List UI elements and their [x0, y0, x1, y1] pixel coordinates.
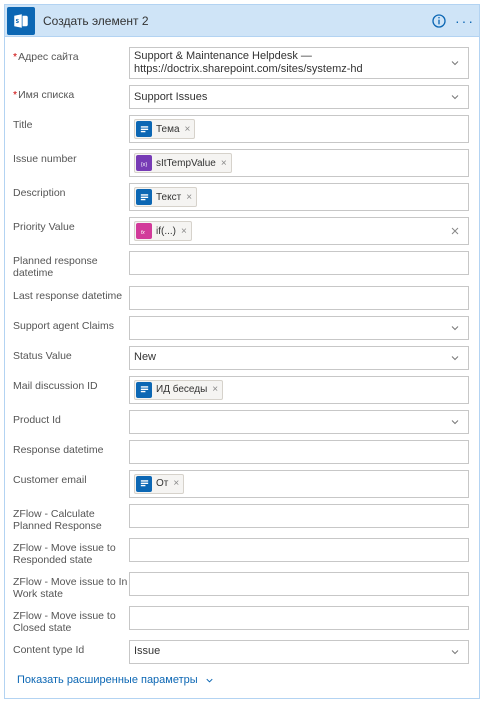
clear-icon[interactable]: [446, 225, 464, 237]
row-support-agent: Support agent Claims: [13, 316, 469, 340]
variable-icon: {x}: [136, 155, 152, 171]
sharepoint-icon: [7, 7, 35, 35]
chevron-down-icon[interactable]: [446, 646, 464, 658]
row-zflow-responded: ZFlow - Move issue to Responded state: [13, 538, 469, 566]
row-mail-id: Mail discussion ID ИД беседы×: [13, 376, 469, 404]
card-header: Создать элемент 2 ···: [5, 5, 479, 37]
status-field[interactable]: New: [129, 346, 469, 370]
token[interactable]: Тема×: [134, 119, 195, 139]
token[interactable]: От×: [134, 474, 184, 494]
row-site-address: *Адрес сайта Support & Maintenance Helpd…: [13, 47, 469, 79]
row-title: Title Тема×: [13, 115, 469, 143]
row-issue-number: Issue number {x} sItTempValue×: [13, 149, 469, 177]
card-title[interactable]: Создать элемент 2: [37, 14, 429, 28]
chevron-down-icon[interactable]: [446, 322, 464, 334]
planned-response-field[interactable]: [129, 251, 469, 275]
priority-field[interactable]: fx if(...)×: [129, 217, 469, 245]
row-list-name: *Имя списка Support Issues: [13, 85, 469, 109]
token[interactable]: fx if(...)×: [134, 221, 192, 241]
card-body: *Адрес сайта Support & Maintenance Helpd…: [5, 37, 479, 698]
title-field[interactable]: Тема×: [129, 115, 469, 143]
zflow-responded-field[interactable]: [129, 538, 469, 562]
chevron-down-icon[interactable]: [446, 352, 464, 364]
row-customer-email: Customer email От×: [13, 470, 469, 498]
more-menu-icon[interactable]: ···: [455, 13, 475, 29]
svg-text:fx: fx: [140, 230, 144, 236]
chevron-down-icon[interactable]: [446, 91, 464, 103]
action-card: Создать элемент 2 ··· *Адрес сайта Suppo…: [4, 4, 480, 699]
row-response-datetime: Response datetime: [13, 440, 469, 464]
dynamic-content-icon: [136, 382, 152, 398]
token-remove-icon[interactable]: ×: [185, 124, 191, 135]
row-last-response: Last response datetime: [13, 286, 469, 310]
dynamic-content-icon: [136, 476, 152, 492]
token-remove-icon[interactable]: ×: [181, 226, 187, 237]
zflow-inwork-field[interactable]: [129, 572, 469, 596]
response-datetime-field[interactable]: [129, 440, 469, 464]
token-remove-icon[interactable]: ×: [173, 478, 179, 489]
row-content-type: Content type Id Issue: [13, 640, 469, 664]
row-status: Status Value New: [13, 346, 469, 370]
issue-number-field[interactable]: {x} sItTempValue×: [129, 149, 469, 177]
mail-id-field[interactable]: ИД беседы×: [129, 376, 469, 404]
support-agent-field[interactable]: [129, 316, 469, 340]
token[interactable]: Текст×: [134, 187, 197, 207]
chevron-down-icon[interactable]: [446, 416, 464, 428]
row-zflow-inwork: ZFlow - Move issue to In Work state: [13, 572, 469, 600]
row-priority: Priority Value fx if(...)×: [13, 217, 469, 245]
show-advanced-link[interactable]: Показать расширенные параметры: [13, 664, 469, 690]
token-remove-icon[interactable]: ×: [212, 384, 218, 395]
content-type-field[interactable]: Issue: [129, 640, 469, 664]
row-planned-response: Planned response datetime: [13, 251, 469, 279]
expression-icon: fx: [136, 223, 152, 239]
info-icon[interactable]: [429, 11, 449, 31]
product-id-field[interactable]: [129, 410, 469, 434]
chevron-down-icon[interactable]: [446, 57, 464, 69]
site-address-field[interactable]: Support & Maintenance Helpdesk — https:/…: [129, 47, 469, 79]
svg-text:{x}: {x}: [140, 162, 147, 168]
last-response-field[interactable]: [129, 286, 469, 310]
row-product-id: Product Id: [13, 410, 469, 434]
row-description: Description Текст×: [13, 183, 469, 211]
zflow-closed-field[interactable]: [129, 606, 469, 630]
row-zflow-calc: ZFlow - Calculate Planned Response: [13, 504, 469, 532]
token[interactable]: {x} sItTempValue×: [134, 153, 232, 173]
list-name-field[interactable]: Support Issues: [129, 85, 469, 109]
customer-email-field[interactable]: От×: [129, 470, 469, 498]
dynamic-content-icon: [136, 121, 152, 137]
description-field[interactable]: Текст×: [129, 183, 469, 211]
token[interactable]: ИД беседы×: [134, 380, 223, 400]
zflow-calc-field[interactable]: [129, 504, 469, 528]
token-remove-icon[interactable]: ×: [221, 158, 227, 169]
token-remove-icon[interactable]: ×: [186, 192, 192, 203]
dynamic-content-icon: [136, 189, 152, 205]
row-zflow-closed: ZFlow - Move issue to Closed state: [13, 606, 469, 634]
